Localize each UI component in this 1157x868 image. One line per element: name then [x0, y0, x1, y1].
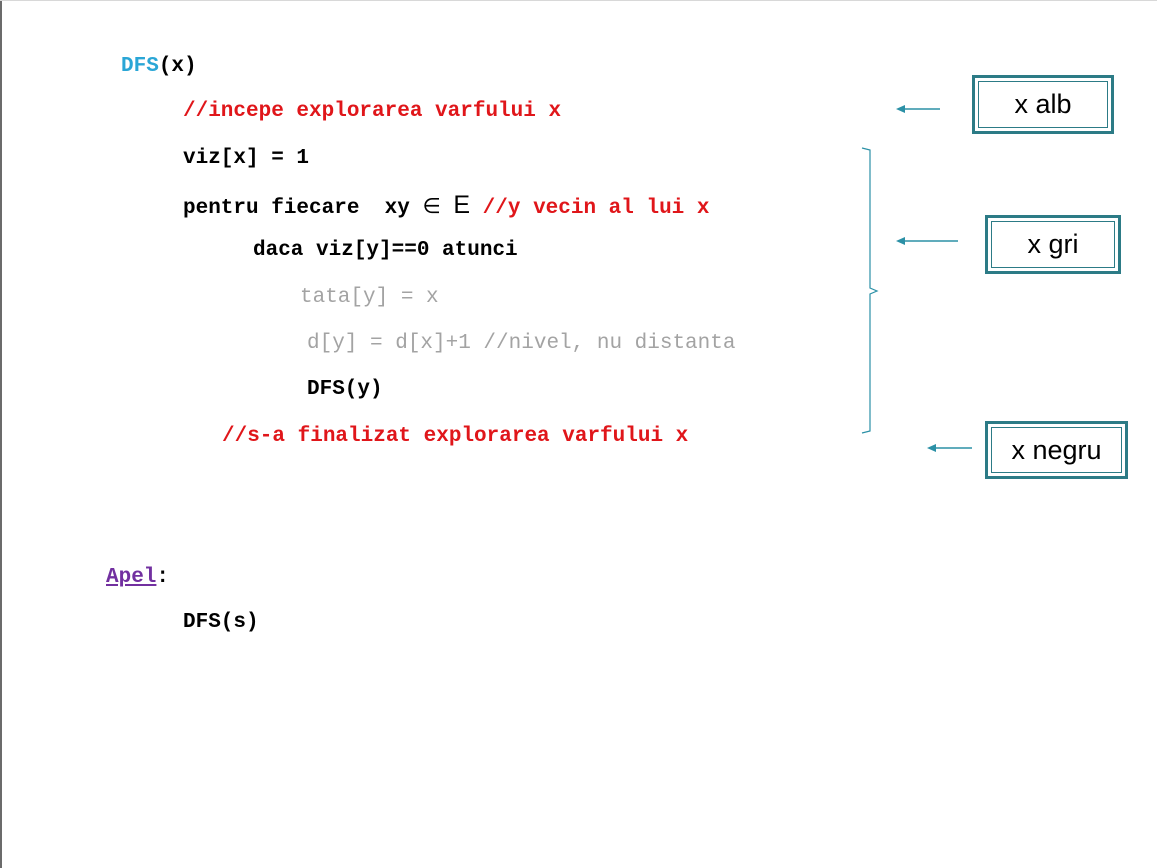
black-state-box: x negru [985, 421, 1128, 479]
gray-state-label: x gri [991, 221, 1115, 268]
arrow-to-white-state [896, 105, 940, 113]
arrow-to-black-state [927, 444, 972, 452]
white-state-label: x alb [978, 81, 1108, 128]
black-state-label: x negru [991, 427, 1122, 473]
gray-phase-bracket [861, 147, 879, 434]
gray-state-box: x gri [985, 215, 1121, 274]
white-state-box: x alb [972, 75, 1114, 134]
arrow-to-gray-state [896, 237, 958, 245]
